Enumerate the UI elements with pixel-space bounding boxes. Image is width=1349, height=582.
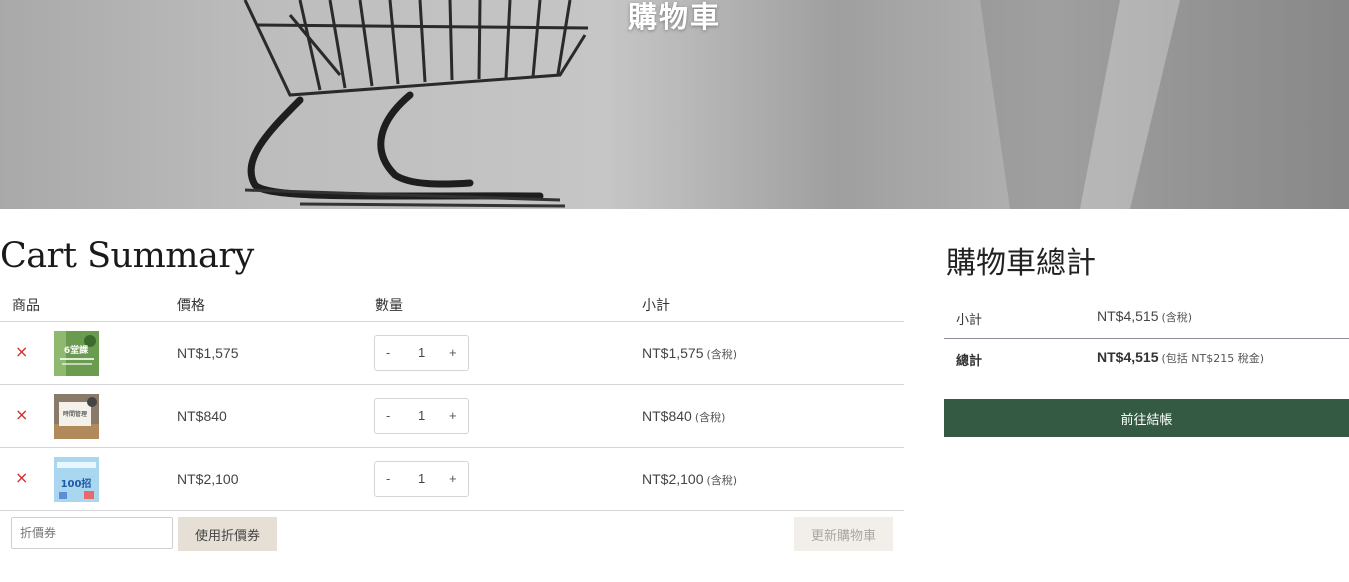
item-price: NT$1,575 — [177, 345, 239, 361]
item-price: NT$2,100 — [177, 471, 239, 487]
quantity-input[interactable]: 1 — [418, 471, 425, 486]
tax-included-note: (包括 NT$215 稅金) — [1161, 352, 1265, 365]
tax-note: (含稅) — [694, 411, 726, 424]
cart-summary-heading: Cart Summary — [0, 236, 254, 276]
page-title: 購物車 — [627, 0, 721, 34]
quantity-input[interactable]: 1 — [418, 408, 425, 423]
item-subtotal-value: NT$840 — [642, 408, 692, 424]
tax-note: (含稅) — [706, 348, 738, 361]
item-subtotal-value: NT$2,100 — [642, 471, 704, 487]
item-subtotal: NT$1,575 (含稅) — [642, 345, 737, 362]
cart-table-header: 商品 價格 數量 小計 — [0, 288, 904, 322]
quantity-increase-button[interactable]: + — [449, 408, 457, 423]
quantity-stepper: - 1 + — [374, 398, 469, 434]
quantity-decrease-button[interactable]: - — [386, 345, 390, 360]
item-price: NT$840 — [177, 408, 227, 424]
quantity-increase-button[interactable]: + — [449, 345, 457, 360]
item-subtotal: NT$2,100 (含稅) — [642, 471, 737, 488]
totals-total-label: 總計 — [956, 354, 983, 369]
svg-text:6堂課: 6堂課 — [64, 344, 89, 356]
column-header-product: 商品 — [12, 298, 40, 314]
totals-subtotal-amount: NT$4,515 (含稅) — [1097, 308, 1192, 325]
remove-item-icon[interactable]: × — [15, 468, 28, 487]
remove-item-icon[interactable]: × — [15, 342, 28, 361]
totals-subtotal-label: 小計 — [956, 313, 983, 328]
totals-total-amount: NT$4,515 (包括 NT$215 稅金) — [1097, 349, 1264, 366]
totals-subtotal-value: NT$4,515 — [1097, 308, 1159, 324]
product-thumbnail[interactable]: 時間管理 — [54, 394, 99, 439]
tax-note: (含稅) — [706, 474, 738, 487]
remove-item-icon[interactable]: × — [15, 405, 28, 424]
proceed-to-checkout-button[interactable]: 前往結帳 — [944, 399, 1349, 437]
cart-row: × 100招 NT$2,100 - 1 + NT$2,100 (含稅) — [0, 448, 904, 511]
apply-coupon-button[interactable]: 使用折價券 — [178, 517, 277, 551]
product-thumbnail[interactable]: 100招 — [54, 457, 99, 502]
totals-subtotal-row: 小計 NT$4,515 (含稅) — [944, 298, 1349, 339]
quantity-stepper: - 1 + — [374, 335, 469, 371]
totals-total-row: 總計 NT$4,515 (包括 NT$215 稅金) — [944, 339, 1349, 379]
totals-total-value: NT$4,515 — [1097, 349, 1159, 365]
cart-row: × 6堂課 NT$1,575 - 1 + NT$1,575 (含稅) — [0, 322, 904, 385]
hero-banner: 購物車 — [0, 0, 1349, 209]
tax-note: (含稅) — [1161, 311, 1193, 324]
product-thumbnail[interactable]: 6堂課 — [54, 331, 99, 376]
item-subtotal: NT$840 (含稅) — [642, 408, 725, 425]
quantity-decrease-button[interactable]: - — [386, 471, 390, 486]
quantity-increase-button[interactable]: + — [449, 471, 457, 486]
svg-text:時間管理: 時間管理 — [63, 410, 87, 418]
quantity-stepper: - 1 + — [374, 461, 469, 497]
column-header-subtotal: 小計 — [642, 298, 670, 314]
cart-row: × 時間管理 NT$840 - 1 + NT$840 (含稅) — [0, 385, 904, 448]
quantity-decrease-button[interactable]: - — [386, 408, 390, 423]
svg-text:100招: 100招 — [61, 477, 92, 490]
cart-totals-heading: 購物車總計 — [946, 246, 1096, 281]
update-cart-button[interactable]: 更新購物車 — [794, 517, 893, 551]
quantity-input[interactable]: 1 — [418, 345, 425, 360]
column-header-quantity: 數量 — [375, 298, 403, 314]
column-header-price: 價格 — [177, 298, 205, 314]
cart-table: 商品 價格 數量 小計 × 6堂課 NT$1,575 - 1 + NT$1,57… — [0, 288, 904, 511]
coupon-code-input[interactable] — [11, 517, 173, 549]
item-subtotal-value: NT$1,575 — [642, 345, 704, 361]
